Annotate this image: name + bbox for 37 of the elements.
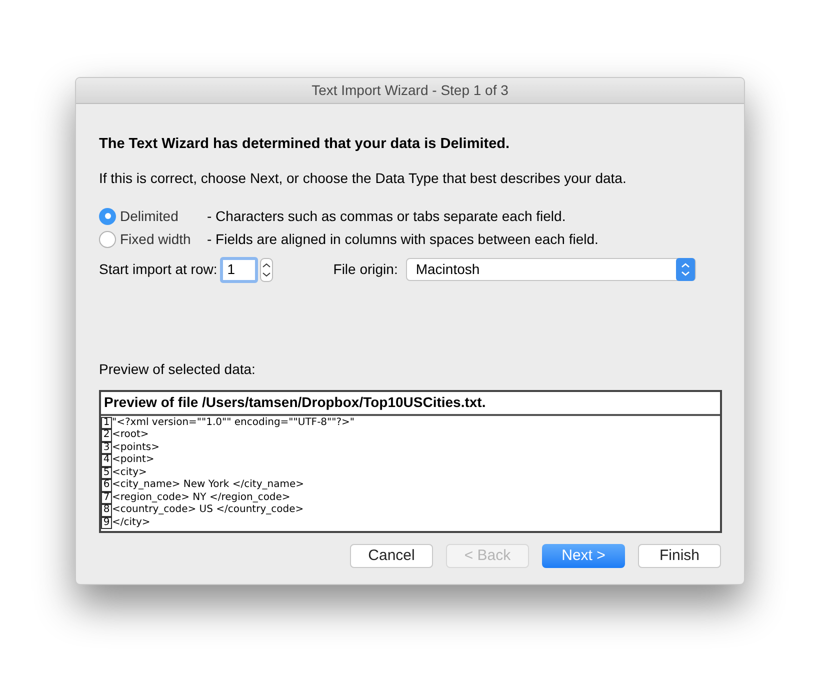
option-description: - Fields are aligned in columns with spaces between each field.: [207, 230, 598, 249]
preview-line: "<?xml version=""1.0"" encoding=""UTF-8""?>": [112, 416, 355, 430]
preview-line: <city>: [112, 466, 147, 479]
line-number: 6: [101, 479, 112, 492]
line-number: 3: [101, 442, 112, 454]
preview-label: Preview of selected data:: [99, 360, 256, 379]
dropdown-arrows-icon: [676, 258, 695, 282]
line-number: 4: [101, 454, 112, 467]
preview-line: <root>: [112, 429, 149, 442]
line-number: 2: [101, 429, 112, 442]
file-origin-dropdown[interactable]: Macintosh: [406, 258, 696, 282]
radio-option[interactable]: Delimited: [99, 206, 207, 227]
preview-line: <points>: [112, 442, 160, 454]
radio-icon: [99, 208, 116, 225]
radio-icon: [99, 230, 116, 248]
start-row-field[interactable]: 1: [220, 256, 258, 283]
heading: The Text Wizard has determined that your data is Delimited.: [99, 135, 511, 154]
option-description: - Characters such as commas or tabs separate each field.: [207, 206, 566, 226]
line-number: 9: [101, 516, 112, 530]
preview-line: </city>: [112, 516, 150, 530]
instruction: If this is correct, choose Next, or choose the Data Type that best describes your data.: [99, 168, 628, 188]
stepper-icon[interactable]: [260, 258, 274, 282]
line-number: 7: [101, 492, 112, 504]
preview-line: <point>: [112, 454, 154, 467]
dialog-button[interactable]: Cancel: [350, 544, 433, 568]
preview-title: Preview of file /Users/tamsen/Dropbox/Top10USCities.txt.: [101, 392, 720, 416]
preview-line: <region_code> NY </region_code>: [112, 492, 290, 504]
dialog-button[interactable]: Finish: [638, 544, 721, 568]
preview-line: <city_name> New York </city_name>: [112, 479, 304, 492]
window-title: Text Import Wizard - Step 1 of 3: [312, 81, 508, 100]
line-number: 5: [101, 466, 112, 480]
radio-option[interactable]: Fixed width: [99, 228, 207, 250]
file-origin-label: File origin:: [333, 260, 398, 280]
start-row-label: Start import at row:: [99, 260, 218, 280]
preview-line: <country_code> US </country_code>: [112, 504, 304, 517]
line-number: 8: [101, 504, 112, 517]
line-number: 1: [101, 416, 112, 430]
